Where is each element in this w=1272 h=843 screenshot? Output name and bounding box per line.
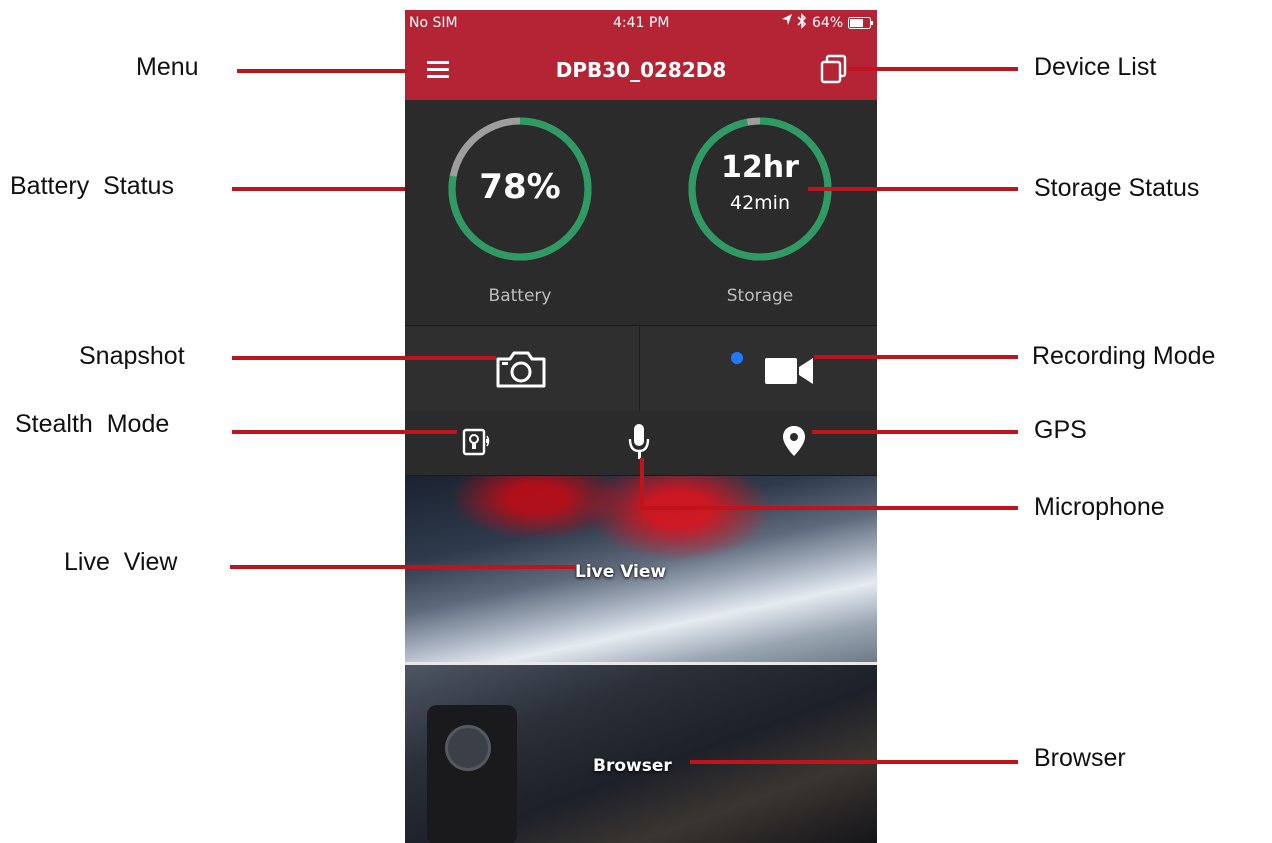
callout-gps: GPS	[1034, 416, 1087, 444]
battery-percent: 64%	[812, 15, 844, 31]
location-pin-icon[interactable]	[782, 425, 806, 462]
callout-stealth-mode: Stealth Mode	[15, 410, 170, 438]
stealth-mode-icon[interactable]	[462, 428, 494, 461]
callout-microphone: Microphone	[1034, 493, 1165, 521]
battery-gauge: 78%	[445, 114, 595, 264]
storage-minutes: 42min	[729, 192, 790, 214]
device-list-icon[interactable]	[819, 54, 849, 89]
line-microphone-vertical	[640, 458, 644, 510]
phone-screen: No SIM 4:41 PM 64% DPB30_0282D8 78% Batt…	[405, 10, 877, 843]
callout-battery-status: Battery Status	[10, 172, 174, 200]
browser-tile[interactable]: Browser	[405, 665, 877, 843]
status-panel: 78% Battery 12hr 42min Storage	[405, 100, 877, 325]
camera-icon[interactable]	[495, 349, 547, 394]
line-battery-status	[232, 187, 405, 191]
app-bar: DPB30_0282D8	[405, 36, 877, 100]
battery-label: Battery	[488, 286, 552, 306]
microphone-icon[interactable]	[628, 423, 650, 466]
callout-recording-mode: Recording Mode	[1032, 342, 1216, 370]
line-menu	[237, 69, 407, 73]
callout-device-list: Device List	[1034, 53, 1157, 81]
action-row	[405, 325, 877, 413]
battery-icon	[848, 17, 874, 33]
device-title: DPB30_0282D8	[555, 58, 727, 82]
storage-label: Storage	[726, 286, 794, 306]
callout-browser: Browser	[1034, 744, 1126, 772]
video-camera-icon[interactable]	[765, 356, 815, 391]
location-arrow-icon	[781, 13, 793, 31]
line-microphone	[640, 506, 1018, 510]
bluetooth-icon	[797, 13, 807, 33]
camera-lens	[445, 725, 491, 771]
callout-menu: Menu	[136, 53, 199, 81]
storage-hours: 12hr	[721, 150, 799, 185]
line-storage-status	[808, 187, 1018, 191]
line-live-view	[230, 565, 575, 569]
line-recording-mode	[814, 355, 1018, 359]
line-gps	[812, 430, 1018, 434]
line-stealth-mode	[232, 430, 457, 434]
browser-label: Browser	[593, 756, 672, 776]
line-device-list	[848, 67, 1018, 71]
callout-live-view: Live View	[64, 548, 178, 576]
row-divider	[639, 326, 640, 412]
live-view-label: Live View	[575, 562, 667, 582]
recording-mode-indicator	[730, 351, 744, 370]
status-bar: No SIM 4:41 PM 64%	[405, 10, 877, 36]
battery-value: 78%	[479, 167, 561, 207]
line-browser	[690, 760, 1018, 764]
callout-snapshot: Snapshot	[79, 342, 185, 370]
carrier-text: No SIM	[409, 15, 458, 31]
line-snapshot	[232, 356, 496, 360]
status-time: 4:41 PM	[613, 15, 670, 31]
callout-storage-status: Storage Status	[1034, 174, 1200, 202]
